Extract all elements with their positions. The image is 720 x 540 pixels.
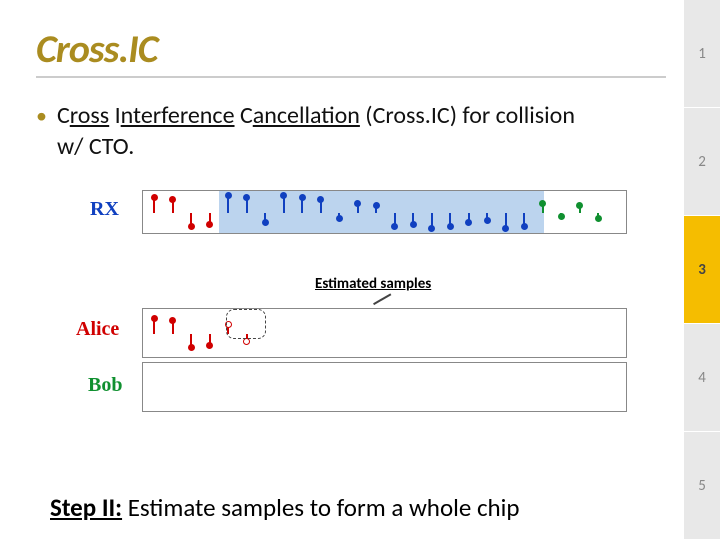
- step-prefix: Step II:: [50, 492, 122, 523]
- nav-tab-3[interactable]: 3: [684, 216, 720, 324]
- nav-tab-5[interactable]: 5: [684, 432, 720, 540]
- nav-tab-1[interactable]: 1: [684, 0, 720, 108]
- bullet-text: Cross Interference Cancellation (Cross.I…: [57, 100, 596, 162]
- estimated-samples-connector: [373, 293, 391, 304]
- rx-shaded-region: [219, 191, 544, 233]
- alice-timeline: [142, 308, 627, 358]
- bob-timeline: [142, 362, 627, 412]
- estimated-samples-label: Estimated samples: [315, 275, 431, 293]
- estimated-samples-marker: [226, 309, 266, 339]
- bob-label: Bob: [88, 374, 122, 397]
- nav-tab-2[interactable]: 2: [684, 108, 720, 216]
- alice-label: Alice: [76, 318, 119, 341]
- bullet-dot-icon: •: [36, 100, 47, 162]
- bullet-item: • Cross Interference Cancellation (Cross…: [36, 100, 596, 162]
- nav-rail: 1 2 3 4 5: [684, 0, 720, 540]
- title-underline: [36, 76, 666, 78]
- diagram: RX Alice Bob Estimated samples: [90, 190, 650, 420]
- step-caption: Step II: Estimate samples to form a whol…: [50, 492, 520, 523]
- step-text: Estimate samples to form a whole chip: [122, 492, 519, 523]
- rx-label: RX: [90, 198, 119, 221]
- rx-timeline: [142, 190, 627, 234]
- nav-tab-4[interactable]: 4: [684, 324, 720, 432]
- slide-title: Cross.IC: [36, 24, 158, 73]
